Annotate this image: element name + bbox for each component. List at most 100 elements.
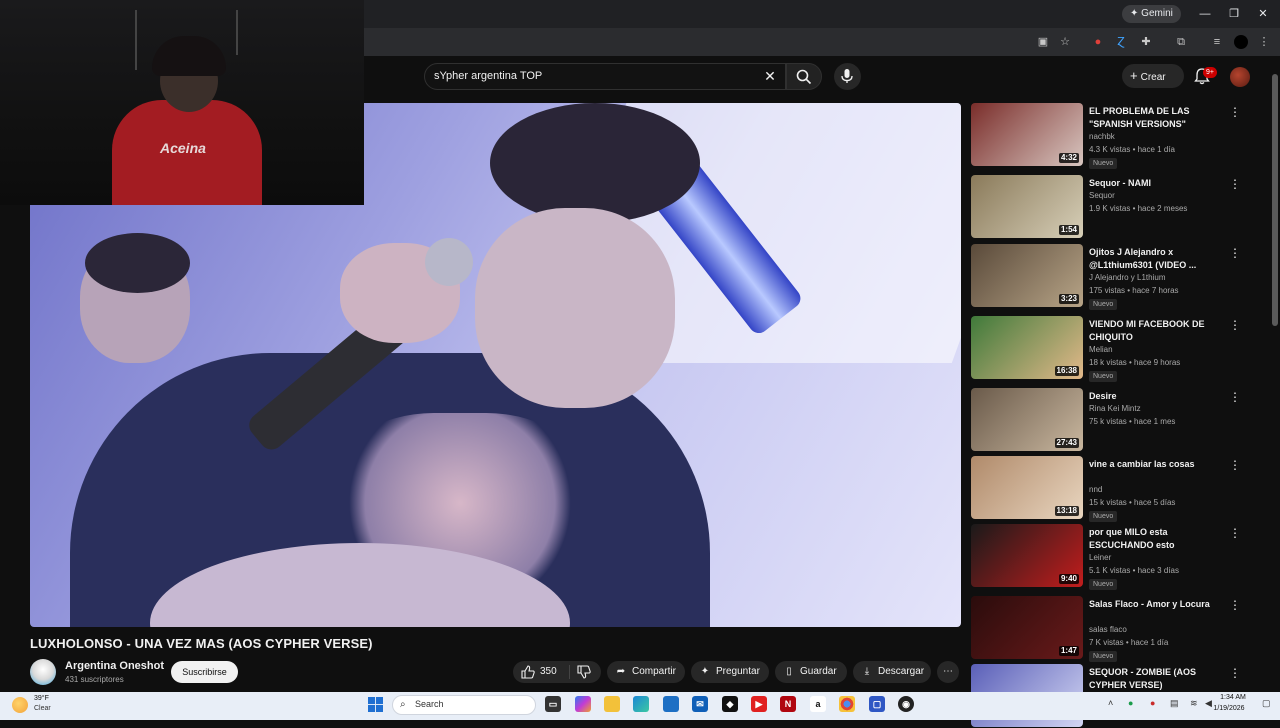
record-extension-icon[interactable]: ● [1090, 34, 1106, 50]
wifi-icon[interactable]: ≋ [1190, 698, 1198, 709]
split-view-icon[interactable]: ⧉ [1173, 34, 1189, 50]
recommendation-title[interactable]: Sequor - NAMI [1089, 177, 1217, 190]
recommendation-title[interactable]: por que MILO esta ESCUCHANDO esto [1089, 526, 1217, 552]
recommendation-thumbnail[interactable]: 16:38 [971, 316, 1083, 379]
new-badge: Nuevo [1089, 299, 1118, 310]
save-button[interactable]: ▯ Guardar [775, 661, 847, 683]
extensions-icon[interactable]: ✚ [1138, 34, 1154, 50]
recommendation-item[interactable]: 9:40 por que MILO esta ESCUCHANDO esto Lei… [971, 524, 1271, 590]
recommendation-thumbnail[interactable]: 27:43 [971, 388, 1083, 451]
recommendation-channel[interactable]: salas flaco [1089, 625, 1127, 634]
notifications-badge: 9+ [1203, 67, 1217, 78]
recommendation-item[interactable]: 1:47 Salas Flaco - Amor y Locura salas fla… [971, 596, 1271, 662]
more-vertical-icon[interactable]: ⋮ [1229, 105, 1241, 119]
media-controls-icon[interactable]: ≡ [1209, 34, 1225, 50]
more-vertical-icon[interactable]: ⋮ [1229, 246, 1241, 260]
voice-search-button[interactable] [834, 63, 861, 90]
browser-menu-icon[interactable]: ⋮ [1256, 34, 1272, 50]
recommendation-item[interactable]: 27:43 Desire Rina Kei Mintz 75 k vistas • h… [971, 388, 1271, 452]
search-input-value[interactable]: sYpher argentina TOP [434, 70, 542, 82]
recommendation-channel[interactable]: nnd [1089, 485, 1102, 494]
recommendation-thumbnail[interactable]: 1:54 [971, 175, 1083, 238]
recommendation-thumbnail[interactable]: 13:18 [971, 456, 1083, 519]
share-button[interactable]: ➦ Compartir [607, 661, 685, 683]
more-actions-button[interactable]: ⋯ [937, 661, 959, 683]
store-icon[interactable] [663, 696, 679, 712]
clock-time[interactable]: 1:34 AM [1208, 694, 1258, 701]
recommendation-title[interactable]: vine a cambiar las cosas [1089, 458, 1217, 471]
recommendation-thumbnail[interactable]: 9:40 [971, 524, 1083, 587]
recommendation-channel[interactable]: nachbk [1089, 132, 1115, 141]
recommendation-title[interactable]: VIENDO MI FACEBOOK DE CHIQUITO [1089, 318, 1217, 344]
search-icon [796, 69, 812, 85]
scrollbar-thumb[interactable] [1272, 74, 1278, 326]
channel-avatar[interactable] [30, 659, 56, 685]
cast-icon[interactable]: ▣ [1035, 34, 1051, 50]
recommendation-channel[interactable]: Leiner [1089, 553, 1111, 562]
tray-app-icon[interactable]: ● [1150, 698, 1155, 708]
clock-date[interactable]: 1/19/2026 [1200, 705, 1258, 712]
taskbar-search-input[interactable] [392, 695, 536, 715]
obs-icon[interactable]: ◉ [898, 696, 914, 712]
tray-app-icon[interactable]: ● [1128, 698, 1133, 708]
netflix-icon[interactable]: N [780, 696, 796, 712]
recommendation-item[interactable]: 16:38 VIENDO MI FACEBOOK DE CHIQUITO Melia… [971, 316, 1271, 382]
more-vertical-icon[interactable]: ⋮ [1229, 598, 1241, 612]
more-vertical-icon[interactable]: ⋮ [1229, 526, 1241, 540]
minimize-icon[interactable]: — [1197, 6, 1213, 22]
file-explorer-icon[interactable] [604, 696, 620, 712]
recommendation-title[interactable]: Desire [1089, 390, 1217, 403]
search-button[interactable] [786, 63, 822, 90]
recommendation-item[interactable]: 3:23 Ojitos J Alejandro x @L1thium6301 (V… [971, 244, 1271, 310]
notification-center-icon[interactable]: ▢ [1262, 698, 1271, 709]
tray-chevron-icon[interactable]: ˄ [1108, 698, 1113, 708]
windows-start-icon[interactable] [368, 697, 383, 712]
youtube-app-icon[interactable]: ▶ [751, 696, 767, 712]
weather-condition[interactable]: Clear [34, 705, 51, 712]
ask-button[interactable]: ✦ Preguntar [691, 661, 769, 683]
webcam-background-pole [236, 10, 238, 55]
channel-name[interactable]: Argentina Oneshot [65, 660, 164, 672]
chrome-icon[interactable] [839, 696, 855, 712]
tray-app-icon[interactable]: ▤ [1170, 698, 1179, 709]
recommendation-channel[interactable]: Sequor [1089, 191, 1115, 200]
gemini-button[interactable]: ✦ Gemini [1122, 5, 1181, 23]
amazon-icon[interactable]: a [810, 696, 826, 712]
clear-search-icon[interactable]: ✕ [762, 68, 778, 84]
create-button[interactable]: + Crear [1122, 64, 1184, 88]
profile-icon[interactable] [1234, 35, 1248, 49]
translate-extension-icon[interactable]: Ɀ [1113, 34, 1129, 50]
recommendation-thumbnail[interactable]: 4:32 [971, 103, 1083, 166]
more-vertical-icon[interactable]: ⋮ [1229, 177, 1241, 191]
recommendation-thumbnail[interactable]: 1:47 [971, 596, 1083, 659]
task-view-icon[interactable]: ▭ [545, 696, 561, 712]
copilot-icon[interactable] [575, 696, 591, 712]
recommendation-title[interactable]: EL PROBLEMA DE LAS "SPANISH VERSIONS" [1089, 105, 1217, 131]
roblox-icon[interactable]: ◆ [722, 696, 738, 712]
recommendation-title[interactable]: SEQUOR - ZOMBIE (AOS CYPHER VERSE) [1089, 666, 1217, 692]
bookmark-star-icon[interactable]: ☆ [1057, 34, 1073, 50]
recommendation-item[interactable]: 1:54 Sequor - NAMI Sequor 1.9 K vistas • ha… [971, 175, 1271, 239]
more-vertical-icon[interactable]: ⋮ [1229, 390, 1241, 404]
recommendation-thumbnail[interactable]: 3:23 [971, 244, 1083, 307]
edge-icon[interactable] [633, 696, 649, 712]
download-button[interactable]: ⤓ Descargar [853, 661, 931, 683]
recommendation-item[interactable]: 13:18 vine a cambiar las cosas nnd 15 k vis… [971, 456, 1271, 522]
recommendation-channel[interactable]: Melian [1089, 345, 1113, 354]
more-vertical-icon[interactable]: ⋮ [1229, 318, 1241, 332]
weather-moon-icon[interactable] [12, 697, 28, 713]
account-avatar[interactable] [1230, 67, 1250, 87]
more-vertical-icon[interactable]: ⋮ [1229, 458, 1241, 472]
app-icon[interactable]: ▢ [869, 696, 885, 712]
subscribe-button[interactable]: Suscribirse [171, 661, 238, 683]
more-vertical-icon[interactable]: ⋮ [1229, 666, 1241, 680]
restore-icon[interactable]: ❐ [1226, 6, 1242, 22]
outlook-icon[interactable]: ✉ [692, 696, 708, 712]
weather-temperature[interactable]: 39°F [34, 695, 49, 702]
recommendation-channel[interactable]: Rina Kei Mintz [1089, 404, 1141, 413]
recommendation-channel[interactable]: J Alejandro y L1thium [1089, 273, 1166, 282]
recommendation-title[interactable]: Salas Flaco - Amor y Locura [1089, 598, 1217, 611]
recommendation-item[interactable]: 4:32 EL PROBLEMA DE LAS "SPANISH VERSIONS… [971, 103, 1271, 169]
recommendation-title[interactable]: Ojitos J Alejandro x @L1thium6301 (VIDEO… [1089, 246, 1217, 272]
close-window-icon[interactable]: ✕ [1255, 6, 1271, 22]
